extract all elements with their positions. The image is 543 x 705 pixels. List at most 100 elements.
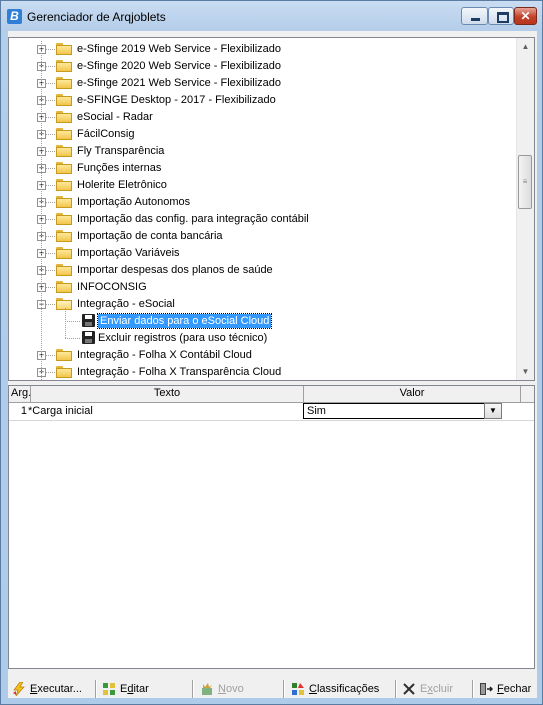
scroll-down-arrow-icon[interactable]: ▼ (517, 363, 534, 380)
tree-connector (46, 100, 55, 101)
novo-button[interactable]: Novo (196, 678, 280, 700)
tree-folder-item[interactable]: + eSocial - Radar (9, 109, 519, 126)
tree-item-label[interactable]: INFOCONSIG (77, 281, 147, 293)
classificacoes-label-rest: lassificações (316, 683, 380, 695)
tree-connector (46, 83, 55, 84)
tree-item-label[interactable]: Importação de conta bancária (77, 230, 223, 242)
tree-folder-item[interactable]: + e-SFINGE Desktop - 2017 - Flexibilizado (9, 92, 519, 109)
tree-item-label[interactable]: Enviar dados para o eSocial Cloud (96, 313, 273, 329)
tree-item-label[interactable]: Excluir registros (para uso técnico) (98, 332, 267, 344)
grid-edit-icon (102, 682, 116, 696)
tree-connector (46, 270, 55, 271)
tree-connector (46, 219, 55, 220)
toolbar-divider (283, 680, 285, 698)
excluir-button[interactable]: Excluir (398, 678, 470, 700)
tree-folder-item[interactable]: + Importação Autonomos (9, 194, 519, 211)
arg-value-select[interactable]: Sim (303, 403, 502, 419)
arg-text: *Carga inicial (28, 405, 93, 417)
tree-folder-item[interactable]: + INFOCONSIG (9, 279, 519, 296)
folder-icon (56, 94, 73, 106)
tree-item-label[interactable]: FácilConsig (77, 128, 134, 140)
tree-item-label[interactable]: e-Sfinge 2020 Web Service - Flexibilizad… (77, 60, 281, 72)
tree-folder-item[interactable]: + e-Sfinge 2020 Web Service - Flexibiliza… (9, 58, 519, 75)
tree-folder-item[interactable]: + Importação das config. para integração … (9, 211, 519, 228)
tree-connector (46, 253, 55, 254)
tree-leaf-item[interactable]: Enviar dados para o eSocial Cloud (9, 313, 519, 330)
folder-icon (56, 128, 73, 140)
tree-item-label[interactable]: e-Sfinge 2019 Web Service - Flexibilizad… (77, 43, 281, 55)
tree-connector (46, 236, 55, 237)
tree-item-label[interactable]: Funções internas (77, 162, 161, 174)
joblet-tree[interactable]: + e-Sfinge 2019 Web Service - Flexibiliza… (8, 37, 535, 381)
toolbar-divider (95, 680, 97, 698)
tree-folder-item[interactable]: + FácilConsig (9, 126, 519, 143)
folder-icon (56, 230, 73, 242)
tree-folder-item[interactable]: + e-Sfinge 2019 Web Service - Flexibiliza… (9, 41, 519, 58)
tree-folder-item[interactable]: + Integração - Folha X Contábil Cloud (9, 347, 519, 364)
app-window: B Gerenciador de Arqjoblets ✕ + e-Sfinge … (0, 0, 543, 705)
column-header-text[interactable]: Texto (31, 386, 304, 402)
tree-connector (46, 151, 55, 152)
tree-connector (46, 185, 55, 186)
toolbar-divider (395, 680, 397, 698)
tree-folder-item[interactable]: + Integração - Folha X Transparência Clou… (9, 364, 519, 380)
minimize-icon (462, 8, 487, 24)
tree-item-label[interactable]: Fly Transparência (77, 145, 164, 157)
column-header-arg[interactable]: Arg. (9, 386, 31, 402)
novo-mnemonic: N (218, 683, 226, 695)
app-logo-icon: B (7, 9, 22, 24)
tree-leaf-item[interactable]: Excluir registros (para uso técnico) (9, 330, 519, 347)
tree-item-label[interactable]: Holerite Eletrônico (77, 179, 167, 191)
tree-item-label[interactable]: Importação das config. para integração c… (77, 213, 309, 225)
folder-icon (56, 60, 73, 72)
scroll-up-arrow-icon[interactable]: ▲ (517, 38, 534, 55)
delete-x-icon (402, 682, 416, 696)
executar-button[interactable]: Executar... (8, 678, 93, 700)
folder-icon (56, 366, 73, 378)
tree-item-label[interactable]: Integração - Folha X Contábil Cloud (77, 349, 252, 361)
lightning-icon (12, 681, 26, 697)
window-title: Gerenciador de Arqjoblets (27, 10, 166, 24)
excluir-label-rest: cluir (432, 683, 454, 695)
tree-connector (46, 134, 55, 135)
tree-item-label[interactable]: Importação Autonomos (77, 196, 190, 208)
tree-folder-item[interactable]: + Importação Variáveis (9, 245, 519, 262)
scrollbar-thumb[interactable]: ≡ (518, 155, 532, 209)
tree-item-label[interactable]: e-Sfinge 2021 Web Service - Flexibilizad… (77, 77, 281, 89)
tree-connector (46, 287, 55, 288)
tree-folder-item[interactable]: + e-Sfinge 2021 Web Service - Flexibiliza… (9, 75, 519, 92)
chevron-down-icon[interactable]: ▼ (484, 403, 502, 419)
folder-icon (56, 145, 73, 157)
editar-button[interactable]: Editar (98, 678, 188, 700)
minimize-button[interactable] (461, 7, 488, 25)
floppy-disk-icon (82, 331, 95, 344)
tree-folder-item[interactable]: + Importação de conta bancária (9, 228, 519, 245)
tree-connector (46, 117, 55, 118)
classificacoes-button[interactable]: Classificações (287, 678, 393, 700)
tree-folder-item[interactable]: − Integração - eSocial (9, 296, 519, 313)
folder-icon (56, 162, 73, 174)
tree-folder-item[interactable]: + Holerite Eletrônico (9, 177, 519, 194)
folder-icon (56, 77, 73, 89)
tree-folder-item[interactable]: + Fly Transparência (9, 143, 519, 160)
tree-item-label[interactable]: Importação Variáveis (77, 247, 180, 259)
tree-item-label[interactable]: Importar despesas dos planos de saúde (77, 264, 273, 276)
tree-vertical-scrollbar[interactable]: ▲ ≡ ▼ (516, 38, 534, 380)
close-button[interactable]: ✕ (514, 7, 537, 25)
column-header-value[interactable]: Valor (304, 386, 521, 402)
tree-connector (65, 338, 80, 339)
folder-icon (56, 196, 73, 208)
tree-item-label[interactable]: Integração - Folha X Transparência Cloud (77, 366, 281, 378)
tree-connector (46, 372, 55, 373)
title-bar[interactable]: B Gerenciador de Arqjoblets ✕ (1, 1, 542, 31)
arg-number: 1 (20, 405, 27, 417)
tree-item-label[interactable]: eSocial - Radar (77, 111, 153, 123)
maximize-button[interactable] (488, 7, 514, 25)
table-row[interactable]: 1 *Carga inicial Sim ▼ (9, 403, 534, 421)
tree-item-label[interactable]: e-SFINGE Desktop - 2017 - Flexibilizado (77, 94, 276, 106)
tree-folder-item[interactable]: + Importar despesas dos planos de saúde (9, 262, 519, 279)
tree-folder-item[interactable]: + Funções internas (9, 160, 519, 177)
fechar-button[interactable]: Fechar (475, 678, 537, 700)
floppy-disk-icon (82, 314, 95, 327)
tree-item-label[interactable]: Integração - eSocial (77, 298, 175, 310)
